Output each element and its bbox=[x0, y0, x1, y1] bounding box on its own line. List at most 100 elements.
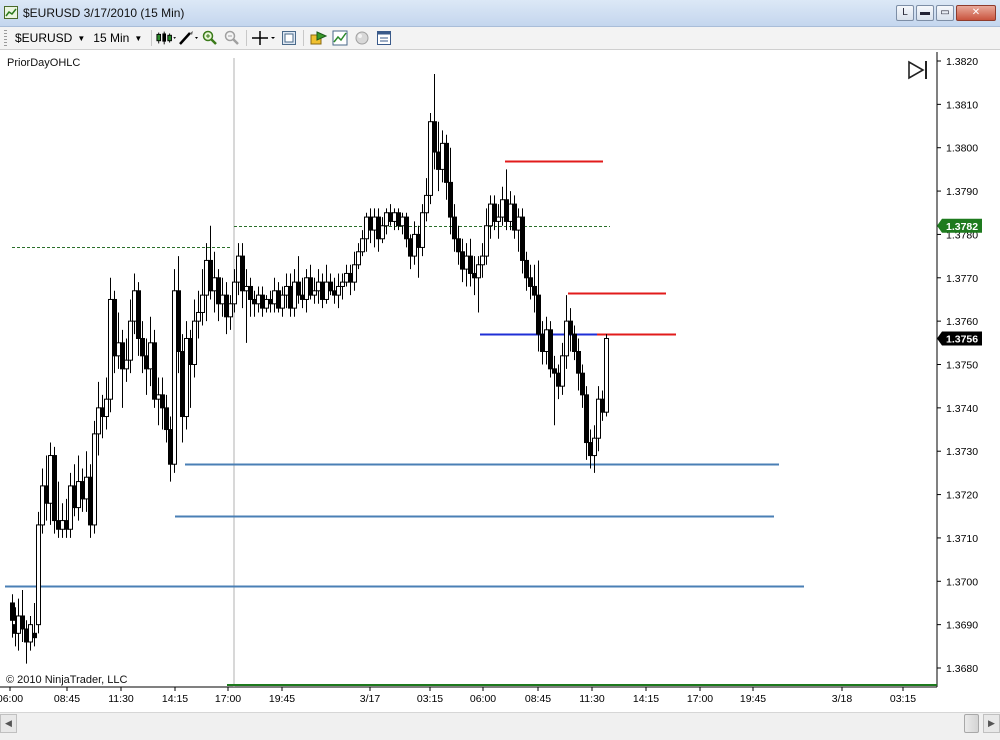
candle-body bbox=[268, 298, 273, 305]
candle-body bbox=[388, 212, 393, 222]
candle-body bbox=[208, 259, 213, 292]
chart-app-icon bbox=[4, 6, 18, 19]
candle-body bbox=[536, 294, 541, 335]
price-tick-label: 1.3710 bbox=[946, 533, 978, 545]
candle-body bbox=[528, 277, 533, 287]
minimize-button[interactable]: ▬ bbox=[916, 5, 934, 21]
maximize-button[interactable]: ▭ bbox=[936, 5, 954, 21]
candle-body bbox=[32, 632, 37, 639]
data-box-icon[interactable] bbox=[279, 28, 299, 48]
toolbar-separator bbox=[246, 30, 248, 46]
candle-body bbox=[336, 285, 341, 296]
candle-body bbox=[332, 290, 337, 296]
candle-body bbox=[176, 290, 181, 352]
candle-body bbox=[552, 368, 557, 374]
candle-body bbox=[448, 181, 453, 218]
candle-body bbox=[544, 329, 549, 352]
horizontal-scrollbar[interactable]: ◀ ▶ bbox=[0, 712, 1000, 740]
draw-pen-icon[interactable] bbox=[178, 28, 199, 48]
price-tick-label: 1.3820 bbox=[946, 56, 978, 68]
candle-body bbox=[428, 121, 433, 196]
candle-body bbox=[36, 524, 41, 626]
candle-body bbox=[576, 350, 581, 374]
candle-body bbox=[188, 337, 193, 366]
candle-body bbox=[168, 429, 173, 465]
candle-body bbox=[308, 277, 313, 296]
candle-body bbox=[288, 285, 293, 309]
time-tick-label: 08:45 bbox=[525, 693, 551, 705]
candle-body bbox=[484, 225, 489, 257]
candle-body bbox=[472, 272, 477, 279]
candle-body bbox=[404, 216, 409, 240]
title-bar[interactable]: $EURUSD 3/17/2010 (15 Min) L ▬ ▭ ✕ bbox=[0, 0, 1000, 27]
time-tick-label: 11:30 bbox=[579, 693, 605, 705]
candle-body bbox=[556, 372, 561, 387]
price-tick-label: 1.3740 bbox=[946, 403, 978, 415]
candle-body bbox=[64, 520, 69, 530]
candle-body bbox=[276, 290, 281, 309]
candle-body bbox=[140, 337, 145, 357]
candle-body bbox=[212, 277, 217, 292]
price-chart[interactable]: 1.38201.38101.38001.37901.37801.37701.37… bbox=[0, 50, 1000, 739]
candle-body bbox=[384, 212, 389, 227]
candle-body bbox=[504, 199, 509, 222]
chevron-down-icon: ▼ bbox=[77, 33, 86, 43]
candle-body bbox=[584, 394, 589, 444]
interval-label: 15 Min bbox=[93, 31, 130, 45]
time-tick-label: 14:15 bbox=[633, 693, 659, 705]
candle-body bbox=[96, 407, 101, 435]
candle-body bbox=[560, 355, 565, 387]
crosshair-icon[interactable] bbox=[251, 28, 277, 48]
candle-body bbox=[52, 455, 57, 522]
candle-body bbox=[524, 259, 529, 279]
time-tick-label: 17:00 bbox=[215, 693, 241, 705]
candle-body bbox=[24, 628, 29, 643]
candle-body bbox=[156, 394, 161, 400]
candle-body bbox=[380, 225, 385, 240]
candle-body bbox=[20, 615, 25, 630]
candle-body bbox=[492, 203, 497, 222]
candle-body bbox=[508, 203, 513, 222]
candle-body bbox=[372, 216, 377, 231]
candle-body bbox=[240, 255, 245, 292]
scroll-thumb[interactable] bbox=[964, 714, 979, 733]
toolbar-grip[interactable] bbox=[4, 30, 7, 46]
time-tick-label: 14:15 bbox=[162, 693, 188, 705]
candlestick-style-icon[interactable] bbox=[156, 28, 177, 48]
time-tick-label: 19:45 bbox=[740, 693, 766, 705]
zoom-in-icon[interactable] bbox=[200, 28, 220, 48]
candle-body bbox=[464, 255, 469, 270]
link-button[interactable]: L bbox=[896, 5, 914, 21]
properties-icon[interactable] bbox=[374, 28, 394, 48]
indicators-icon[interactable] bbox=[330, 28, 350, 48]
scroll-right-button[interactable]: ▶ bbox=[983, 714, 1000, 733]
candle-body bbox=[316, 281, 321, 292]
close-button[interactable]: ✕ bbox=[956, 5, 996, 21]
sphere-icon[interactable] bbox=[352, 28, 372, 48]
candle-body bbox=[184, 337, 189, 418]
chart-toolbar: $EURUSD ▼ 15 Min ▼ bbox=[0, 27, 1000, 50]
candle bbox=[604, 334, 609, 417]
candle-body bbox=[564, 320, 569, 357]
candle-body bbox=[432, 121, 437, 153]
candle-body bbox=[124, 359, 129, 370]
candle-body bbox=[264, 298, 269, 309]
candle-body bbox=[572, 333, 577, 352]
instrument-dropdown[interactable]: $EURUSD ▼ bbox=[13, 28, 91, 48]
candle-body bbox=[72, 485, 77, 509]
candle-body bbox=[500, 199, 505, 218]
scroll-left-button[interactable]: ◀ bbox=[0, 714, 17, 733]
candle-body bbox=[440, 142, 445, 170]
candle-body bbox=[100, 407, 105, 418]
candle-body bbox=[196, 311, 201, 322]
candle-body bbox=[300, 294, 305, 300]
strategy-icon[interactable] bbox=[308, 28, 328, 48]
toolbar-separator bbox=[303, 30, 305, 46]
candle bbox=[52, 446, 57, 534]
candle-body bbox=[496, 216, 501, 222]
zoom-out-icon[interactable] bbox=[222, 28, 242, 48]
candle-body bbox=[28, 624, 33, 643]
interval-dropdown[interactable]: 15 Min ▼ bbox=[91, 28, 148, 48]
price-tick-label: 1.3690 bbox=[946, 620, 978, 632]
candle-body bbox=[588, 442, 593, 457]
